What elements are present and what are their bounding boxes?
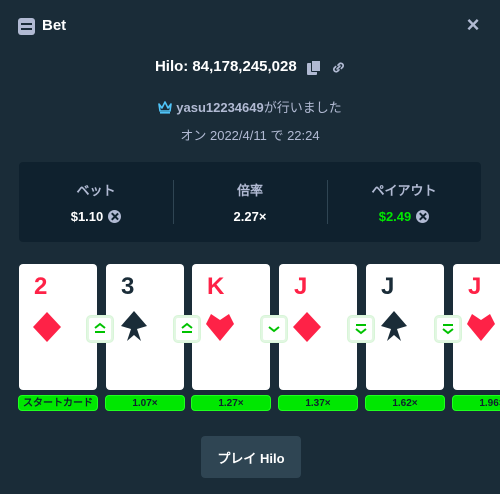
bet-value-row: $1.10	[19, 209, 173, 224]
card-multiplier: 1.07×	[105, 395, 185, 411]
card: J	[279, 264, 357, 390]
bet-value: $1.10	[70, 209, 104, 224]
game-id: Hilo: 84,178,245,028	[154, 58, 297, 75]
lower-or-same-icon	[348, 316, 374, 342]
link-icon[interactable]	[331, 60, 345, 75]
modal-title: Bet	[42, 17, 67, 34]
card: K	[192, 264, 270, 390]
multiplier-value-row: 2.27×	[173, 209, 327, 224]
payout-label: ペイアウト	[371, 183, 437, 198]
currency-icon	[108, 210, 122, 223]
bet-stats-panel: ベット $1.10 倍率 2.27× ペイアウト $2.49	[19, 162, 481, 242]
card-rank: J	[381, 273, 395, 300]
higher-icon	[174, 316, 200, 342]
heart-icon	[467, 314, 495, 341]
close-icon[interactable]: ×	[462, 14, 484, 36]
diamond-icon	[33, 312, 61, 342]
list-icon	[18, 18, 35, 35]
card-rank: J	[468, 273, 482, 300]
multiplier-stat: 倍率 2.27×	[173, 162, 327, 242]
multiplier-label: 倍率	[236, 183, 263, 198]
placed-by-line: yasu12234649が行いました	[0, 97, 500, 117]
payout-value: $2.49	[378, 209, 412, 224]
card-rank: J	[294, 273, 308, 300]
play-hilo-button[interactable]: プレイ Hilo	[201, 436, 301, 478]
heart-icon	[206, 314, 234, 341]
bet-label: ベット	[76, 183, 116, 198]
vip-crown-icon	[158, 101, 173, 117]
currency-icon	[416, 210, 430, 223]
card-multiplier: 1.37×	[278, 395, 358, 411]
placed-by-suffix: が行いました	[263, 100, 342, 115]
spade-icon	[381, 311, 407, 341]
username[interactable]: yasu12234649	[176, 100, 263, 115]
card: 3	[106, 264, 184, 390]
lower-or-same-icon	[435, 316, 461, 342]
card: J	[366, 264, 444, 390]
card-rank: 2	[34, 273, 48, 300]
card-rank: 3	[121, 273, 135, 300]
card-multiplier: 1.62×	[365, 395, 445, 411]
card-rank: K	[207, 273, 225, 300]
copy-icon[interactable]	[306, 59, 321, 75]
modal-header: Bet ×	[0, 0, 500, 52]
card-multiplier: 1.27×	[191, 395, 271, 411]
diamond-icon	[293, 312, 321, 342]
higher-icon	[87, 316, 113, 342]
card: 2	[19, 264, 97, 390]
spade-icon	[121, 311, 147, 341]
bet-stat: ベット $1.10	[19, 162, 173, 242]
game-id-line: Hilo: 84,178,245,028	[0, 58, 500, 75]
lower-icon	[261, 316, 287, 342]
payout-stat: ペイアウト $2.49	[327, 162, 481, 242]
multiplier-value: 2.27×	[233, 209, 267, 224]
payout-value-row: $2.49	[327, 209, 481, 224]
card-multiplier: 1.96×	[452, 395, 500, 411]
cards-strip[interactable]: 2 スタートカード 3 1.07× K 1.27× J 1.37× J 1.62…	[0, 264, 500, 412]
card-multiplier: スタートカード	[18, 395, 98, 411]
bet-date: オン 2022/4/11 で 22:24	[180, 128, 320, 143]
